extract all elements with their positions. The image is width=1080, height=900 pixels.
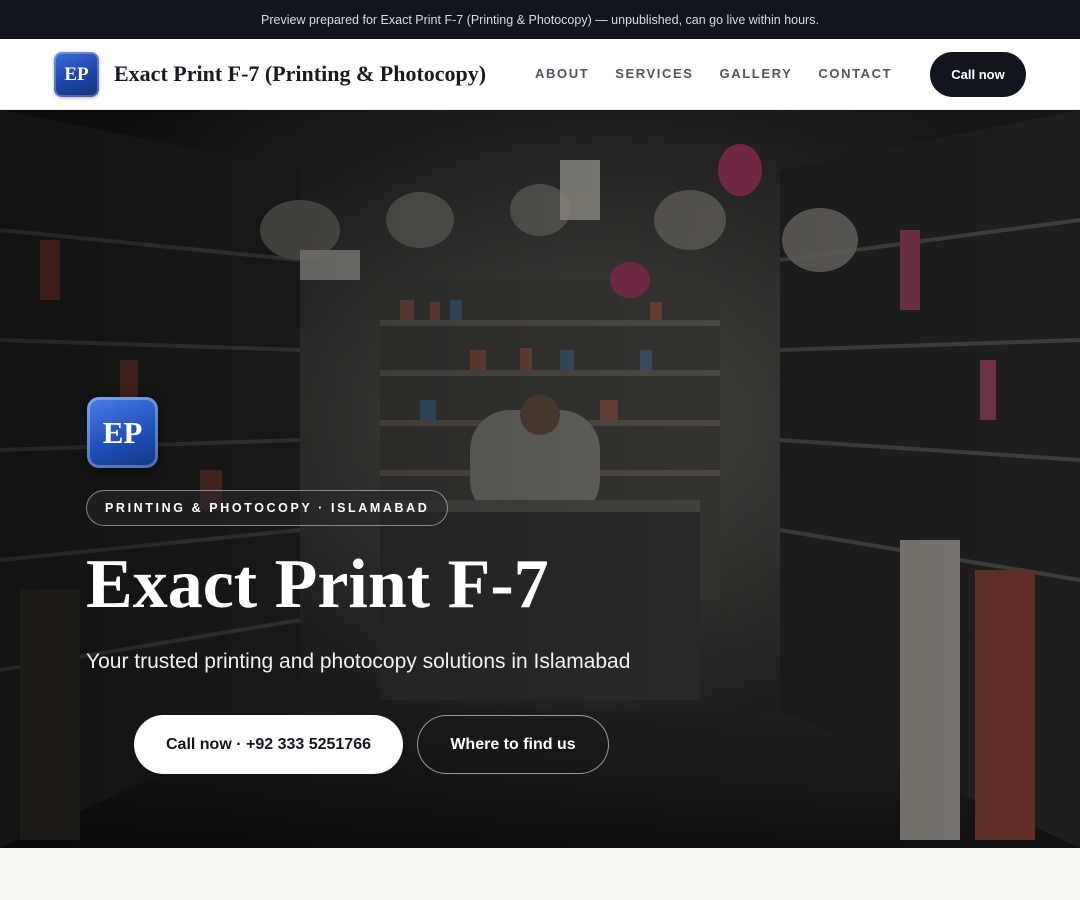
call-now-button[interactable]: Call now <box>930 52 1026 97</box>
hero-section: EP PRINTING & PHOTOCOPY · ISLAMABAD Exac… <box>0 110 1080 848</box>
nav-gallery[interactable]: GALLERY <box>720 66 793 81</box>
next-section <box>0 848 1080 900</box>
find-us-button[interactable]: Where to find us <box>417 715 609 774</box>
logo-initials: EP <box>64 63 89 85</box>
brand-name[interactable]: Exact Print F-7 (Printing & Photocopy) <box>114 61 486 87</box>
preview-banner: Preview prepared for Exact Print F-7 (Pr… <box>0 0 1080 39</box>
nav-about[interactable]: ABOUT <box>535 66 589 81</box>
preview-banner-text: Preview prepared for Exact Print F-7 (Pr… <box>261 12 819 27</box>
hero-subtitle: Your trusted printing and photocopy solu… <box>86 650 631 673</box>
nav-contact[interactable]: CONTACT <box>818 66 892 81</box>
hero-logo-badge: EP <box>87 397 158 468</box>
nav-services[interactable]: SERVICES <box>615 66 693 81</box>
hero-logo-initials: EP <box>102 414 143 450</box>
hero-eyebrow-badge: PRINTING & PHOTOCOPY · ISLAMABAD <box>86 490 449 526</box>
call-phone-button[interactable]: Call now · +92 333 5251766 <box>134 715 403 774</box>
site-header: EP Exact Print F-7 (Printing & Photocopy… <box>0 39 1080 110</box>
logo-badge[interactable]: EP <box>54 52 99 97</box>
hero-title: Exact Print F-7 <box>86 546 549 623</box>
main-nav: ABOUT SERVICES GALLERY CONTACT <box>535 66 918 81</box>
